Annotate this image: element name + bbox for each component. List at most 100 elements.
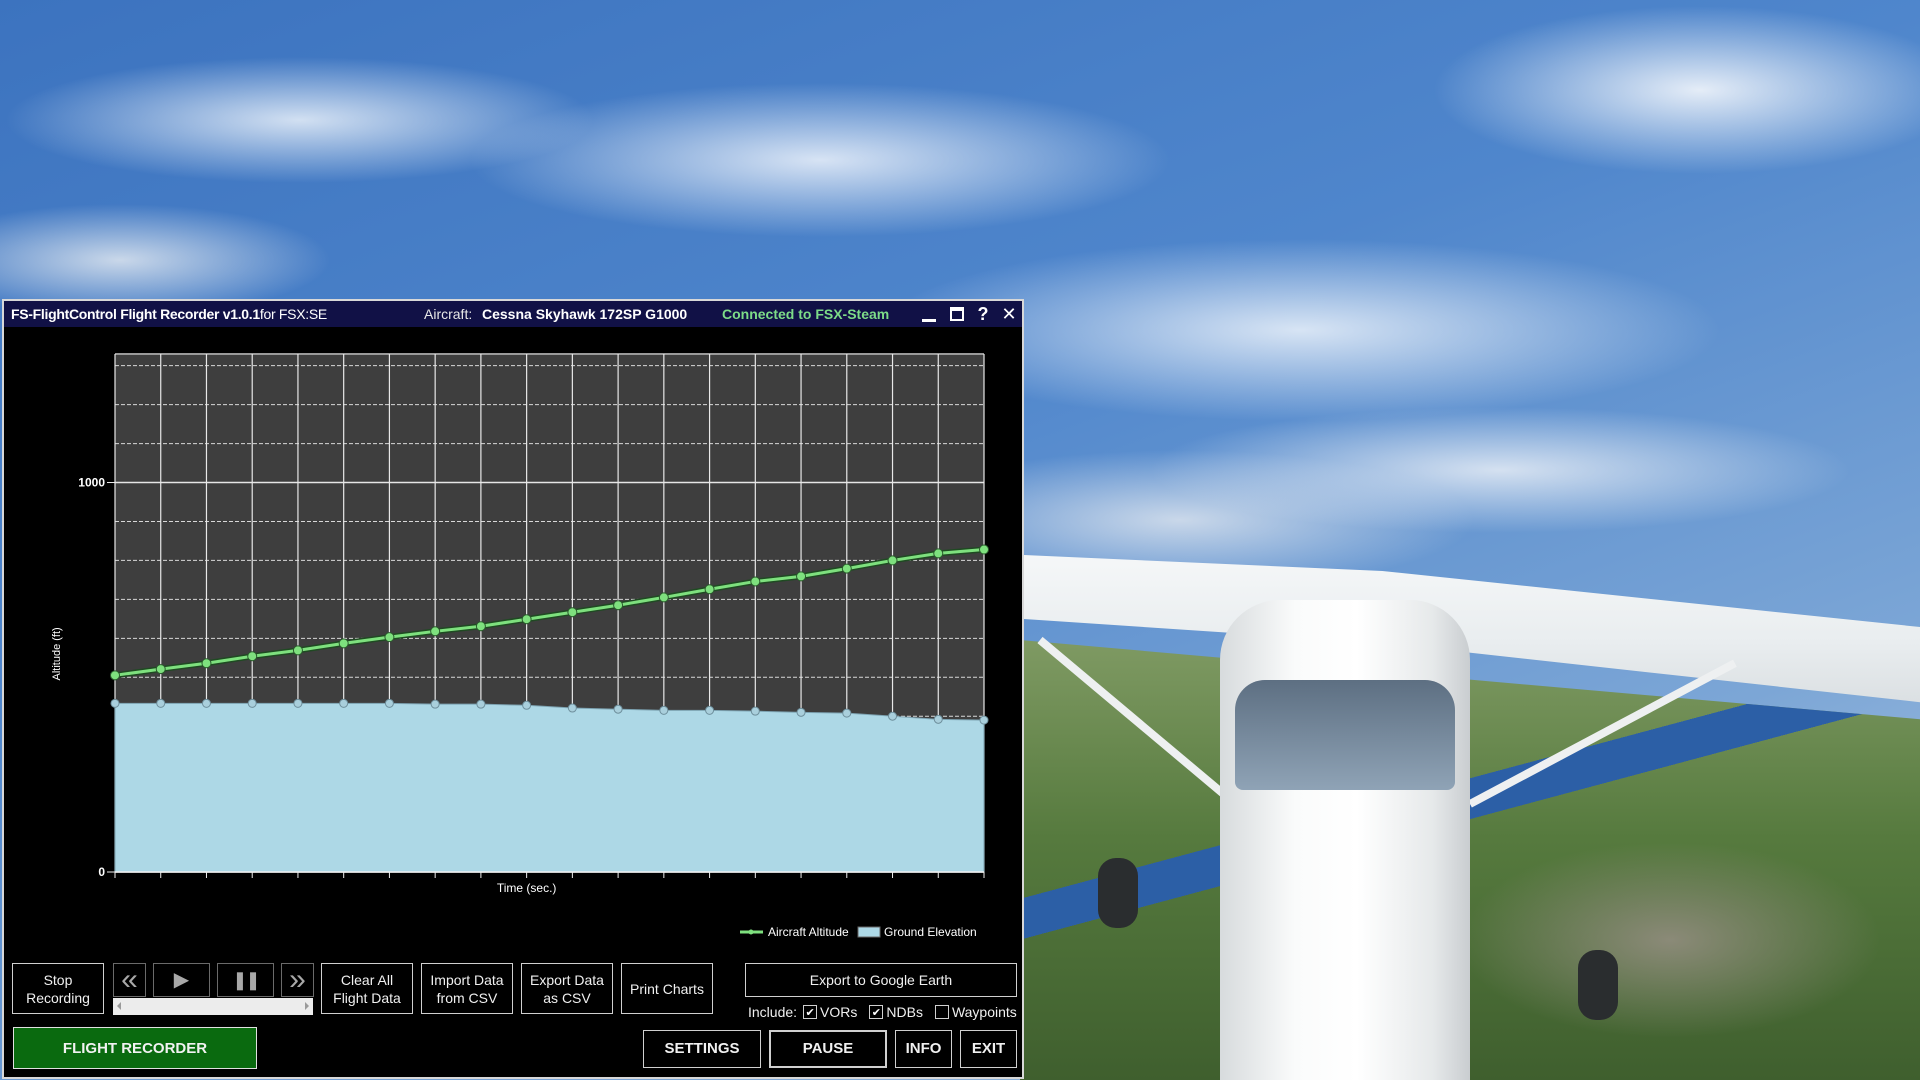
print-charts-button[interactable]: Print Charts xyxy=(621,963,713,1014)
aircraft-altitude-point xyxy=(613,600,624,611)
ground-elevation-point xyxy=(430,699,440,709)
checkmark-icon: ✔ xyxy=(871,1006,881,1019)
info-button[interactable]: INFO xyxy=(895,1030,952,1068)
play-button[interactable]: ▶ xyxy=(153,963,210,997)
ground-elevation-point xyxy=(384,698,394,708)
aircraft-altitude-point xyxy=(201,658,212,669)
ground-elevation-point xyxy=(522,700,532,710)
ground-elevation-point xyxy=(201,698,211,708)
aircraft-altitude-point xyxy=(155,664,166,675)
aircraft-altitude-point xyxy=(750,576,761,587)
rewind-icon: « xyxy=(121,963,138,996)
ground-elevation-point xyxy=(110,698,120,708)
landing-gear-wheel-right xyxy=(1578,950,1618,1020)
ground-elevation-point xyxy=(339,698,349,708)
rewind-button[interactable]: « xyxy=(113,963,146,997)
vors-checkbox[interactable]: ✔ xyxy=(803,1005,818,1019)
ground-elevation-point xyxy=(750,706,760,716)
ground-elevation-point xyxy=(796,707,806,717)
pause-icon: ❚❚ xyxy=(232,970,260,990)
include-label: Include: xyxy=(748,1004,798,1020)
aircraft-name: Cessna Skyhawk 172SP G1000 xyxy=(482,306,688,322)
legend-altitude-label: Aircraft Altitude xyxy=(768,925,849,939)
ndbs-label: NDBs xyxy=(886,1004,923,1020)
ground-elevation-point xyxy=(979,715,989,725)
ground-elevation-area xyxy=(114,702,985,873)
ground-elevation-point xyxy=(293,698,303,708)
aircraft-altitude-point xyxy=(475,621,486,632)
title-bar[interactable]: FS-FlightControl Flight Recorder v1.0.1f… xyxy=(4,301,1022,327)
y-tick-label: 0 xyxy=(98,865,105,879)
waypoints-checkbox[interactable] xyxy=(934,1005,949,1019)
minimize-button[interactable] xyxy=(917,301,941,327)
app-title: FS-FlightControl Flight Recorder v1.0.1f… xyxy=(11,301,327,327)
aircraft-label: Aircraft: xyxy=(424,306,473,322)
ground-elevation-point xyxy=(613,704,623,714)
fast-forward-icon: » xyxy=(289,963,306,996)
help-icon: ? xyxy=(977,304,989,324)
aircraft-altitude-point xyxy=(110,670,120,681)
flight-recorder-window: FS-FlightControl Flight Recorder v1.0.1f… xyxy=(2,299,1024,1079)
export-csv-button[interactable]: Export Data as CSV xyxy=(521,963,613,1014)
help-button[interactable]: ? xyxy=(971,301,995,327)
app-title-suffix: for FSX:SE xyxy=(259,306,327,322)
ndbs-checkbox[interactable]: ✔ xyxy=(869,1005,884,1019)
ground-elevation-point xyxy=(705,705,715,715)
aircraft-altitude-point xyxy=(338,638,349,649)
pause-button[interactable]: PAUSE xyxy=(769,1030,887,1068)
app-title-text: FS-FlightControl Flight Recorder v1.0.1 xyxy=(11,306,260,322)
aircraft-fuselage xyxy=(1220,600,1470,1080)
close-button[interactable]: ✕ xyxy=(997,301,1021,327)
legend-ground-swatch-icon xyxy=(857,926,881,938)
export-google-earth-button[interactable]: Export to Google Earth xyxy=(745,963,1017,997)
y-axis-label: Altitude (ft) xyxy=(51,627,63,680)
ground-elevation-point xyxy=(156,698,166,708)
aircraft-altitude-point xyxy=(567,607,578,618)
connection-status: Connected to FSX-Steam xyxy=(722,306,890,322)
ground-elevation-point xyxy=(842,708,852,718)
altitude-chart: 0 1000 Time (sec.) Altitude (ft) Aircraft… xyxy=(51,353,989,939)
settings-button[interactable]: SETTINGS xyxy=(643,1030,761,1068)
maximize-button[interactable] xyxy=(945,301,969,327)
minimize-icon xyxy=(922,319,936,322)
scroll-left-arrow-icon[interactable] xyxy=(117,1002,121,1010)
landing-gear-wheel-left xyxy=(1098,858,1138,928)
waypoints-label: Waypoints xyxy=(951,1004,1017,1020)
legend-altitude-marker-icon xyxy=(748,929,754,935)
maximize-icon xyxy=(950,307,964,321)
ground-elevation-point xyxy=(567,703,577,713)
ground-elevation-point xyxy=(247,698,257,708)
aircraft-altitude-point xyxy=(384,632,395,643)
include-options: Include: ✔ VORs ✔ NDBs Waypoints xyxy=(748,1001,1028,1023)
aircraft-altitude-point xyxy=(658,592,669,603)
aircraft-altitude-point xyxy=(247,651,258,662)
fast-forward-button[interactable]: » xyxy=(281,963,314,997)
flight-recorder-button[interactable]: FLIGHT RECORDER xyxy=(13,1027,257,1069)
playback-scrollbar[interactable] xyxy=(113,998,313,1015)
aircraft-altitude-point xyxy=(704,584,715,595)
ground-elevation-point xyxy=(476,699,486,709)
clear-all-flight-data-button[interactable]: Clear All Flight Data xyxy=(321,963,413,1014)
play-icon: ▶ xyxy=(173,969,190,991)
aircraft-altitude-point xyxy=(430,626,441,637)
stop-recording-button[interactable]: Stop Recording xyxy=(12,963,104,1014)
exit-button[interactable]: EXIT xyxy=(960,1030,1017,1068)
pause-playback-button[interactable]: ❚❚ xyxy=(217,963,274,997)
legend-ground-label: Ground Elevation xyxy=(884,925,977,939)
checkmark-icon: ✔ xyxy=(805,1006,815,1019)
ground-elevation-point xyxy=(659,705,669,715)
aircraft-altitude-point xyxy=(521,614,532,625)
ground-elevation-point xyxy=(933,714,943,724)
x-axis-label: Time (sec.) xyxy=(497,881,557,895)
aircraft-altitude-point xyxy=(796,571,807,582)
aircraft-altitude-point xyxy=(841,563,852,574)
y-tick-labels: 0 1000 xyxy=(78,476,105,879)
aircraft-windshield xyxy=(1235,680,1455,790)
scroll-right-arrow-icon[interactable] xyxy=(305,1002,309,1010)
aircraft-altitude-point xyxy=(292,645,303,656)
vors-label: VORs xyxy=(820,1004,858,1020)
import-csv-button[interactable]: Import Data from CSV xyxy=(421,963,513,1014)
chart-legend: Aircraft Altitude Ground Elevation xyxy=(740,925,977,939)
close-icon: ✕ xyxy=(1001,304,1017,324)
ground-elevation-point xyxy=(888,711,898,721)
